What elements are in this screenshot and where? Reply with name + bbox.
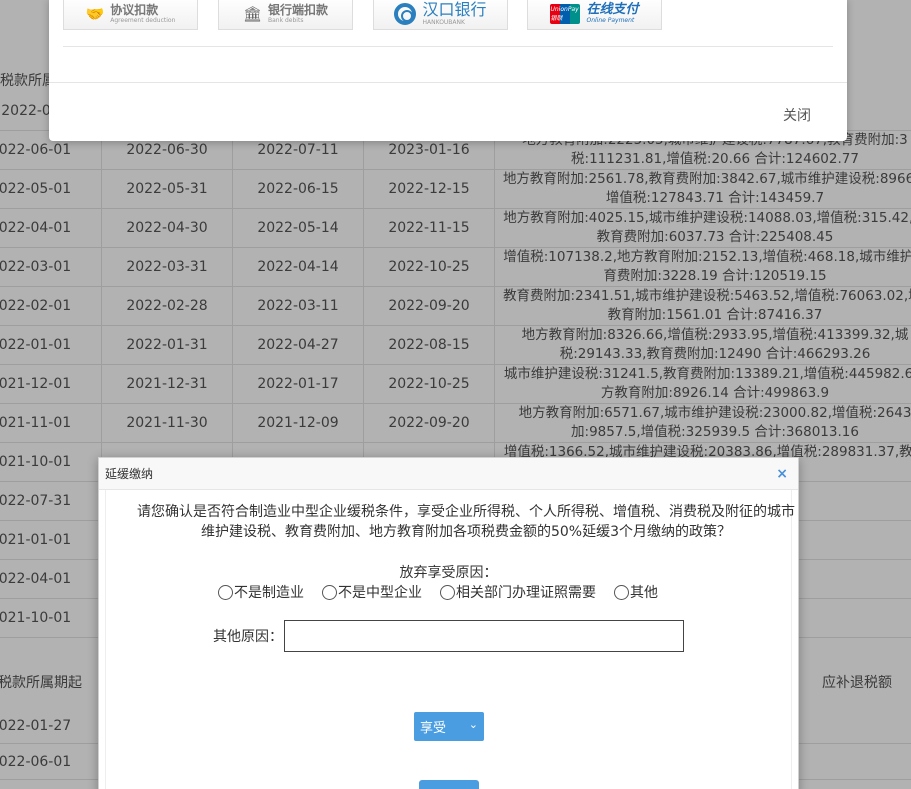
radio-label: 不是中型企业 — [338, 585, 422, 601]
dialog-body: 请您确认是否符合制造业中型企业缓税条件，享受企业所得税、个人所得税、增值税、消费… — [105, 490, 795, 789]
enjoy-select[interactable]: 享受 ⌄ — [414, 712, 484, 741]
bank-icon: 🏛 — [242, 4, 263, 23]
radio-circle[interactable] — [614, 584, 629, 600]
radio-label: 相关部门办理证照需要 — [456, 585, 596, 601]
confirm-button[interactable] — [419, 780, 479, 789]
radio-label: 不是制造业 — [234, 585, 304, 601]
online-payment-button[interactable]: UnionPay 银联 在线支付 Online Payment — [527, 0, 662, 30]
radio-label: 其他 — [630, 585, 658, 601]
online-payment-label: 在线支付 — [586, 2, 639, 17]
close-icon[interactable]: × — [776, 465, 788, 483]
policy-question: 请您确认是否符合制造业中型企业缓税条件，享受企业所得税、个人所得税、增值税、消费… — [137, 504, 795, 540]
reason-heading: 放弃享受原因： — [399, 565, 498, 581]
modal-footer-divider — [49, 82, 847, 83]
dialog-title-bar: 延缓缴纳 — [99, 458, 798, 490]
agreement-deduction-sub: Agreement deduction — [110, 16, 176, 24]
radio-circle[interactable] — [322, 584, 337, 600]
other-reason-input[interactable] — [284, 620, 684, 652]
radio-circle[interactable] — [440, 584, 455, 600]
bank-debit-button[interactable]: 🏛 银行端扣款 Bank debits — [218, 0, 353, 30]
radio-license-needed[interactable]: 相关部门办理证照需要 — [440, 582, 596, 602]
unionpay-logo-icon: UnionPay 银联 — [550, 3, 581, 24]
dialog-title: 延缓缴纳 — [105, 467, 154, 481]
online-payment-sub: Online Payment — [586, 17, 635, 24]
chevron-down-icon: ⌄ — [468, 718, 478, 731]
other-reason-label: 其他原因： — [213, 629, 283, 645]
agreement-deduction-button[interactable]: 🤝 协议扣款 Agreement deduction — [63, 0, 198, 30]
payment-modal: 🤝 协议扣款 Agreement deduction 🏛 银行端扣款 Bank … — [49, 0, 847, 141]
hankou-bank-label: 汉口银行 — [422, 0, 487, 19]
radio-not-medium-enterprise[interactable]: 不是中型企业 — [322, 582, 422, 602]
defer-payment-dialog: 延缓缴纳 × 请您确认是否符合制造业中型企业缓税条件，享受企业所得税、个人所得税… — [98, 457, 799, 789]
close-button[interactable]: 关闭 — [783, 105, 811, 125]
select-value: 享受 — [420, 721, 447, 736]
handshake-icon: 🤝 — [85, 4, 105, 23]
hankou-bank-logo-icon — [394, 2, 417, 25]
bank-debit-sub: Bank debits — [268, 16, 304, 24]
radio-other[interactable]: 其他 — [614, 582, 658, 602]
radio-circle[interactable] — [218, 584, 233, 600]
divider — [63, 46, 833, 47]
agreement-deduction-label: 协议扣款 — [110, 2, 159, 17]
hankou-bank-button[interactable]: 汉口银行 HANKOUBANK — [373, 0, 508, 30]
hankou-bank-sub: HANKOUBANK — [422, 18, 465, 26]
radio-not-manufacturing[interactable]: 不是制造业 — [218, 582, 304, 602]
bank-debit-label: 银行端扣款 — [268, 2, 329, 17]
reason-radio-group: 不是制造业 不是中型企业 相关部门办理证照需要 其他 — [218, 582, 658, 602]
